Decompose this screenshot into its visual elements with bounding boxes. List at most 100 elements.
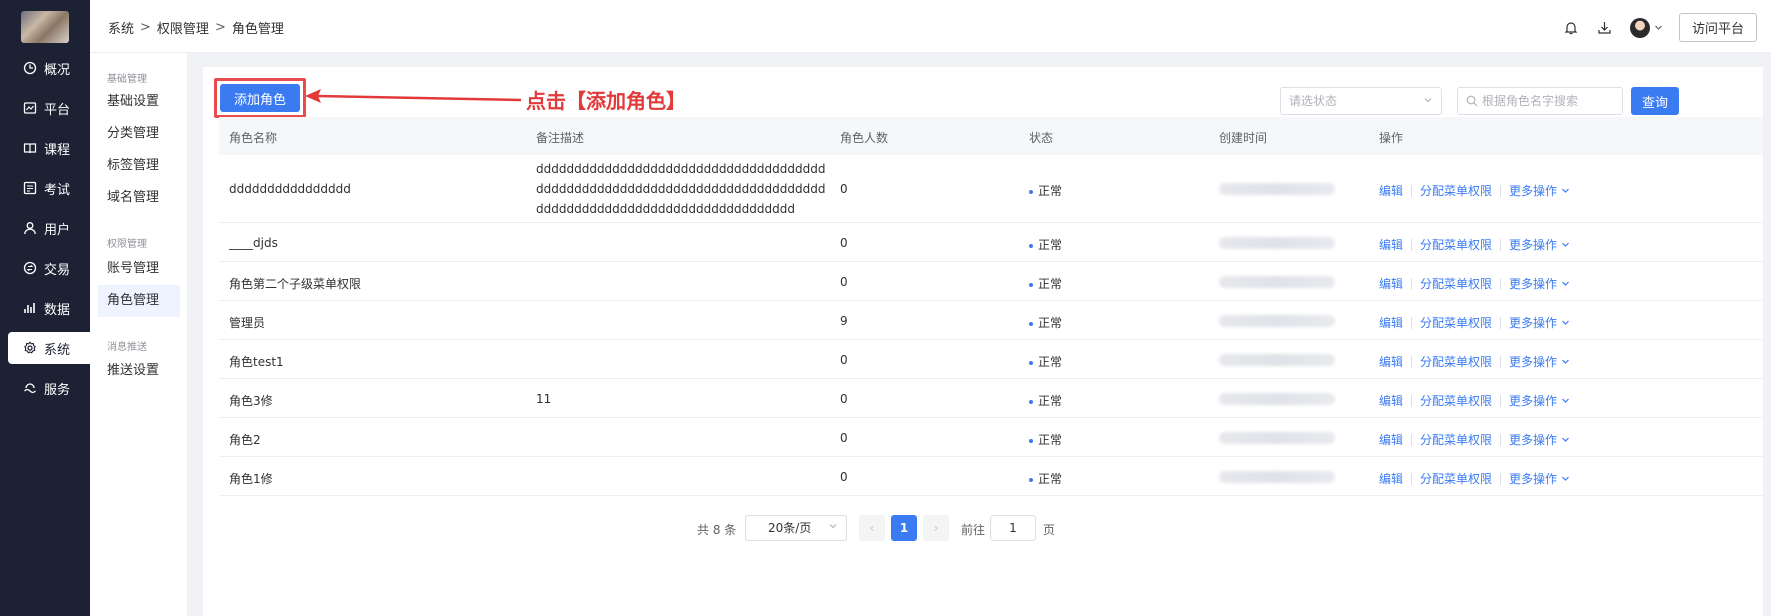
page-size-select[interactable]: 20条/页 bbox=[745, 515, 847, 541]
table-row: 角色1修 0 正常 编辑 分配菜单权限 更多操作 bbox=[219, 457, 1763, 496]
assign-menu-permission-link[interactable]: 分配菜单权限 bbox=[1420, 275, 1492, 292]
nav-item-transaction[interactable]: 交易 bbox=[8, 252, 90, 284]
user-menu[interactable] bbox=[1629, 17, 1663, 38]
next-page-button[interactable]: › bbox=[923, 515, 949, 541]
chevron-down-icon bbox=[1562, 242, 1569, 247]
status-badge: 正常 bbox=[1029, 470, 1062, 487]
edit-link[interactable]: 编辑 bbox=[1379, 431, 1403, 448]
nav-item-label: 交易 bbox=[44, 262, 71, 278]
edit-link[interactable]: 编辑 bbox=[1379, 353, 1403, 370]
edit-link[interactable]: 编辑 bbox=[1379, 275, 1403, 292]
divider bbox=[1411, 394, 1413, 407]
nav-item-platform[interactable]: 平台 bbox=[8, 92, 90, 124]
goto-page-input[interactable] bbox=[990, 515, 1036, 541]
status-label: 正常 bbox=[1038, 316, 1063, 330]
prev-page-button[interactable]: ‹ bbox=[859, 515, 885, 541]
divider bbox=[1500, 184, 1502, 197]
edit-link[interactable]: 编辑 bbox=[1379, 236, 1403, 253]
annotation-arrow-icon bbox=[305, 89, 522, 103]
sub-item[interactable]: 推送设置 bbox=[98, 355, 180, 387]
add-role-button[interactable]: 添加角色 bbox=[220, 84, 300, 112]
blurred-date bbox=[1219, 471, 1335, 483]
nav-item-book[interactable]: 课程 bbox=[8, 132, 90, 164]
nav-item-service[interactable]: 服务 bbox=[8, 372, 90, 404]
more-actions-dropdown[interactable]: 更多操作 bbox=[1509, 353, 1570, 370]
download-icon[interactable] bbox=[1596, 19, 1614, 37]
nav-item-exam[interactable]: 考试 bbox=[8, 172, 90, 204]
more-actions-label: 更多操作 bbox=[1509, 433, 1558, 447]
row-actions: 编辑 分配菜单权限 更多操作 bbox=[1379, 392, 1570, 409]
divider bbox=[1411, 433, 1413, 446]
sub-item[interactable]: 基础设置 bbox=[98, 86, 180, 118]
search-input[interactable] bbox=[1482, 94, 1622, 108]
role-name: 角色第二个子级菜单权限 bbox=[229, 277, 362, 291]
status-badge: 正常 bbox=[1029, 236, 1062, 253]
visit-platform-button[interactable]: 访问平台 bbox=[1678, 13, 1757, 42]
sub-item[interactable]: 账号管理 bbox=[98, 253, 180, 285]
avatar[interactable] bbox=[1629, 17, 1650, 38]
more-actions-dropdown[interactable]: 更多操作 bbox=[1509, 392, 1570, 409]
nav-item-gear[interactable]: 系统 bbox=[8, 332, 90, 364]
edit-link[interactable]: 编辑 bbox=[1379, 182, 1403, 199]
divider bbox=[1411, 472, 1413, 485]
chevron-down-icon bbox=[1562, 398, 1569, 403]
query-button[interactable]: 查询 bbox=[1631, 87, 1679, 115]
role-member-count: 0 bbox=[840, 431, 848, 445]
more-actions-dropdown[interactable]: 更多操作 bbox=[1509, 431, 1570, 448]
more-actions-dropdown[interactable]: 更多操作 bbox=[1509, 236, 1570, 253]
nav-item-dashboard[interactable]: 概况 bbox=[8, 52, 90, 84]
dashboard-icon bbox=[22, 60, 38, 76]
blurred-date bbox=[1219, 183, 1335, 195]
divider bbox=[1500, 355, 1502, 368]
status-label: 正常 bbox=[1038, 394, 1063, 408]
status-badge: 正常 bbox=[1029, 392, 1062, 409]
sub-item[interactable]: 域名管理 bbox=[98, 182, 180, 214]
bell-icon[interactable] bbox=[1562, 19, 1580, 37]
assign-menu-permission-link[interactable]: 分配菜单权限 bbox=[1420, 470, 1492, 487]
status-dot-icon bbox=[1029, 360, 1033, 365]
status-label: 正常 bbox=[1038, 472, 1063, 486]
assign-menu-permission-link[interactable]: 分配菜单权限 bbox=[1420, 182, 1492, 199]
role-member-count: 0 bbox=[840, 236, 848, 250]
created-time bbox=[1219, 471, 1335, 486]
edit-link[interactable]: 编辑 bbox=[1379, 314, 1403, 331]
nav-item-chart[interactable]: 数据 bbox=[8, 292, 90, 324]
more-actions-dropdown[interactable]: 更多操作 bbox=[1509, 314, 1570, 331]
assign-menu-permission-link[interactable]: 分配菜单权限 bbox=[1420, 353, 1492, 370]
table-row: 角色2 0 正常 编辑 分配菜单权限 更多操作 bbox=[219, 418, 1763, 457]
table-row: 角色第二个子级菜单权限 0 正常 编辑 分配菜单权限 更多操作 bbox=[219, 262, 1763, 301]
transaction-icon bbox=[22, 260, 38, 276]
blurred-date bbox=[1219, 237, 1335, 249]
role-member-count: 0 bbox=[840, 392, 848, 406]
assign-menu-permission-link[interactable]: 分配菜单权限 bbox=[1420, 392, 1492, 409]
breadcrumb-item-permission[interactable]: 权限管理 bbox=[157, 18, 209, 37]
page-number-current[interactable]: 1 bbox=[891, 515, 917, 541]
row-actions: 编辑 分配菜单权限 更多操作 bbox=[1379, 182, 1570, 199]
breadcrumb-item-system[interactable]: 系统 bbox=[108, 18, 134, 37]
status-dot-icon bbox=[1029, 399, 1033, 404]
table-row: ____djds 0 正常 编辑 分配菜单权限 更多操作 bbox=[219, 223, 1763, 262]
status-label: 正常 bbox=[1038, 277, 1063, 291]
nav-item-user[interactable]: 用户 bbox=[8, 212, 90, 244]
more-actions-dropdown[interactable]: 更多操作 bbox=[1509, 182, 1570, 199]
more-actions-dropdown[interactable]: 更多操作 bbox=[1509, 275, 1570, 292]
sub-item[interactable]: 角色管理 bbox=[98, 285, 180, 317]
row-actions: 编辑 分配菜单权限 更多操作 bbox=[1379, 314, 1570, 331]
nav-item-label: 服务 bbox=[44, 382, 71, 398]
sub-item[interactable]: 标签管理 bbox=[98, 150, 180, 182]
more-actions-dropdown[interactable]: 更多操作 bbox=[1509, 470, 1570, 487]
created-time bbox=[1219, 432, 1335, 447]
assign-menu-permission-link[interactable]: 分配菜单权限 bbox=[1420, 431, 1492, 448]
status-select[interactable]: 请选状态 bbox=[1280, 87, 1442, 115]
table-header: 角色名称 备注描述 角色人数 状态 创建时间 操作 bbox=[219, 117, 1763, 155]
assign-menu-permission-link[interactable]: 分配菜单权限 bbox=[1420, 236, 1492, 253]
row-actions: 编辑 分配菜单权限 更多操作 bbox=[1379, 431, 1570, 448]
sub-item[interactable]: 分类管理 bbox=[98, 118, 180, 150]
edit-link[interactable]: 编辑 bbox=[1379, 470, 1403, 487]
roles-table: 角色名称 备注描述 角色人数 状态 创建时间 操作 dddddddddddddddd ddd… bbox=[219, 117, 1763, 496]
status-badge: 正常 bbox=[1029, 353, 1062, 370]
assign-menu-permission-link[interactable]: 分配菜单权限 bbox=[1420, 314, 1492, 331]
divider bbox=[1500, 316, 1502, 329]
edit-link[interactable]: 编辑 bbox=[1379, 392, 1403, 409]
logo[interactable] bbox=[21, 11, 69, 43]
